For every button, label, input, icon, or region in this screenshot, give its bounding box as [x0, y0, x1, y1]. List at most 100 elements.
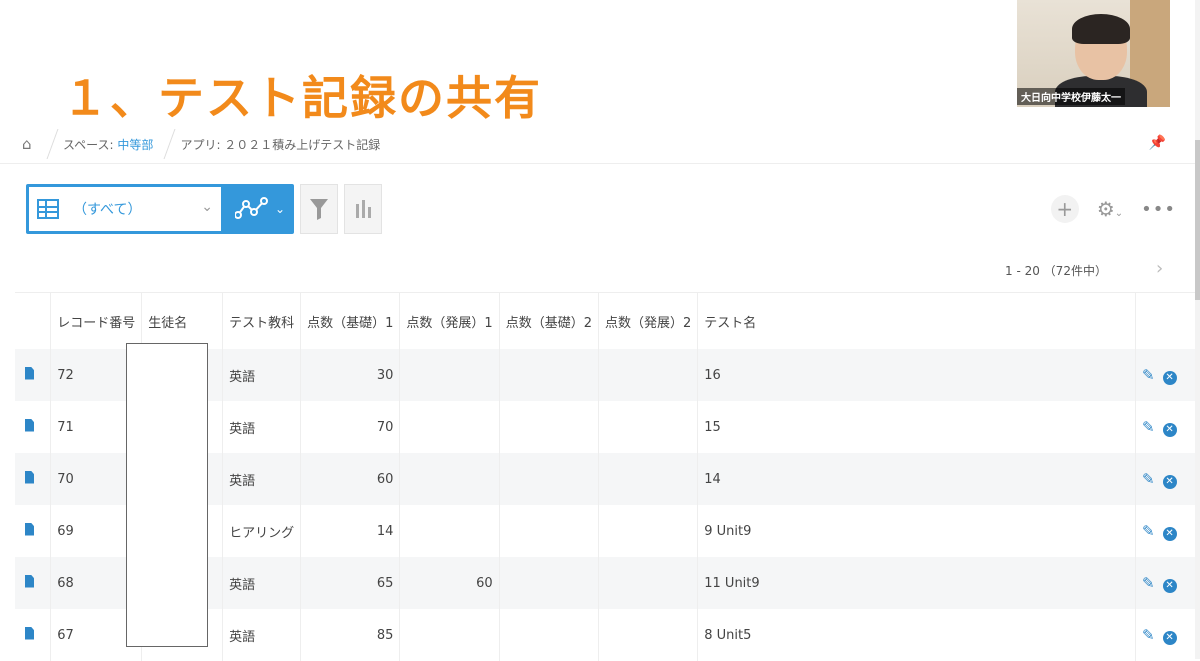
header-score-advanced-1[interactable]: 点数（発展）1	[399, 292, 500, 349]
graph-icon	[234, 197, 268, 219]
cell-test: 15	[697, 401, 1137, 453]
cell-test: 8 Unit5	[697, 609, 1137, 661]
cell-a1	[399, 349, 500, 401]
row-detail-cell[interactable]	[15, 349, 52, 401]
delete-icon[interactable]: ✕	[1162, 526, 1177, 541]
header-score-advanced-2[interactable]: 点数（発展）2	[598, 292, 699, 349]
page-scrollbar[interactable]	[1195, 0, 1200, 659]
slide-title: １、テスト記録の共有	[62, 71, 542, 125]
header-test-name[interactable]: テスト名	[697, 292, 1137, 349]
right-toolbar: + ⚙⌄ •••	[1050, 195, 1176, 223]
breadcrumb-space: スペース: 中等部	[63, 136, 153, 153]
toolbar: （すべて） ⌄ ⌄	[26, 183, 382, 235]
document-icon[interactable]	[25, 470, 34, 484]
row-actions: ✎ ✕	[1135, 401, 1197, 453]
cell-a2	[598, 505, 699, 557]
cell-subject: 英語	[222, 557, 302, 609]
delete-icon[interactable]: ✕	[1162, 474, 1177, 489]
settings-button[interactable]: ⚙⌄	[1097, 197, 1123, 221]
row-detail-cell[interactable]	[15, 609, 52, 661]
cell-test: 11 Unit9	[697, 557, 1137, 609]
delete-icon[interactable]: ✕	[1162, 630, 1177, 645]
pencil-icon[interactable]: ✎	[1142, 418, 1155, 436]
plus-icon: +	[1056, 197, 1074, 221]
table-header-row: レコード番号 生徒名 テスト教科 点数（基礎）1 点数（発展）1 点数（基礎）2…	[15, 292, 1197, 349]
chart-button[interactable]	[344, 184, 382, 234]
cell-a2	[598, 349, 699, 401]
cell-b2	[499, 401, 599, 453]
row-actions: ✎ ✕	[1135, 609, 1197, 661]
more-options-button[interactable]: •••	[1141, 199, 1176, 220]
pencil-icon[interactable]: ✎	[1142, 574, 1155, 592]
next-page-icon[interactable]: ›	[1156, 258, 1163, 279]
row-actions: ✎ ✕	[1135, 505, 1197, 557]
breadcrumb-separator	[36, 129, 59, 159]
header-score-basic-1[interactable]: 点数（基礎）1	[300, 292, 401, 349]
cell-a1	[399, 609, 500, 661]
webcam-thumbnail: 大日向中学校伊藤太一	[1017, 0, 1170, 107]
bar-chart-icon	[356, 200, 371, 218]
webcam-person-hair	[1072, 14, 1130, 44]
view-selector[interactable]: （すべて） ⌄ ⌄	[26, 184, 294, 234]
document-icon[interactable]	[25, 574, 34, 588]
breadcrumb-app[interactable]: アプリ: ２０２１積み上げテスト記録	[180, 136, 380, 153]
pagination-info: 1 - 20 （72件中）	[1005, 264, 1107, 278]
more-icon: •••	[1141, 198, 1176, 220]
row-actions: ✎ ✕	[1135, 349, 1197, 401]
pencil-icon[interactable]: ✎	[1142, 470, 1155, 488]
document-icon[interactable]	[25, 626, 34, 640]
view-dropdown[interactable]: （すべて） ⌄	[29, 187, 221, 231]
pin-icon[interactable]: 📌	[1149, 135, 1166, 151]
row-detail-cell[interactable]	[15, 453, 52, 505]
header-record-number[interactable]: レコード番号	[50, 292, 143, 349]
header-score-basic-2[interactable]: 点数（基礎）2	[499, 292, 599, 349]
cell-b1: 85	[300, 609, 401, 661]
chevron-down-icon: ⌄	[1114, 208, 1124, 219]
cell-b1: 65	[300, 557, 401, 609]
cell-a1	[399, 505, 500, 557]
add-record-button[interactable]: +	[1050, 195, 1079, 223]
pencil-icon[interactable]: ✎	[1142, 366, 1155, 384]
cell-a1: 60	[399, 557, 500, 609]
cell-a2	[598, 401, 699, 453]
cell-b1: 30	[300, 349, 401, 401]
cell-b2	[499, 453, 599, 505]
cell-b2	[499, 505, 599, 557]
cell-a1	[399, 401, 500, 453]
header-student-name[interactable]: 生徒名	[141, 292, 224, 349]
pencil-icon[interactable]: ✎	[1142, 626, 1155, 644]
cell-test: 16	[697, 349, 1137, 401]
row-detail-cell[interactable]	[15, 505, 52, 557]
row-actions: ✎ ✕	[1135, 453, 1197, 505]
cell-subject: 英語	[222, 349, 302, 401]
cell-subject: ヒアリング	[222, 505, 302, 557]
cell-test: 9 Unit9	[697, 505, 1137, 557]
cell-b2	[499, 557, 599, 609]
delete-icon[interactable]: ✕	[1162, 422, 1177, 437]
filter-button[interactable]	[300, 184, 338, 234]
cell-subject: 英語	[222, 453, 302, 505]
delete-icon[interactable]: ✕	[1162, 370, 1177, 385]
graph-view-button[interactable]: ⌄	[226, 184, 294, 234]
pencil-icon[interactable]: ✎	[1142, 522, 1155, 540]
delete-icon[interactable]: ✕	[1162, 578, 1177, 593]
cell-a2	[598, 453, 699, 505]
breadcrumb-space-link[interactable]: 中等部	[117, 138, 153, 152]
table-view-icon	[37, 199, 59, 219]
cell-b2	[499, 609, 599, 661]
row-detail-cell[interactable]	[15, 401, 52, 453]
document-icon[interactable]	[25, 522, 34, 536]
row-actions: ✎ ✕	[1135, 557, 1197, 609]
chevron-down-icon: ⌄	[201, 199, 213, 215]
cell-subject: 英語	[222, 401, 302, 453]
document-icon[interactable]	[25, 366, 34, 380]
cell-a2	[598, 609, 699, 661]
header-icon-col	[15, 292, 52, 349]
document-icon[interactable]	[25, 418, 34, 432]
home-icon[interactable]: ⌂	[22, 137, 36, 152]
row-detail-cell[interactable]	[15, 557, 52, 609]
view-label: （すべて）	[73, 202, 142, 218]
breadcrumb-separator	[153, 129, 176, 159]
header-subject[interactable]: テスト教科	[222, 292, 302, 349]
scrollbar-thumb[interactable]	[1195, 140, 1200, 300]
